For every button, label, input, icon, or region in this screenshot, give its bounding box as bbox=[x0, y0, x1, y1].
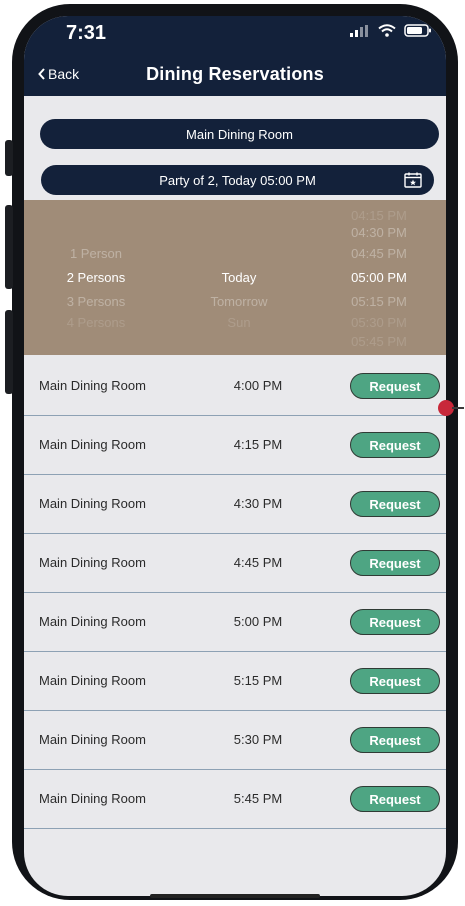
home-indicator bbox=[150, 894, 320, 898]
slot-room: Main Dining Room bbox=[39, 437, 146, 452]
picker-option[interactable]: Sun bbox=[189, 315, 289, 330]
picker-option[interactable]: 05:15 PM bbox=[329, 294, 429, 309]
request-button[interactable]: Request bbox=[350, 609, 440, 635]
slot-time: 4:45 PM bbox=[233, 555, 283, 570]
wifi-icon bbox=[378, 24, 396, 37]
party-time-selector[interactable]: Party of 2, Today 05:00 PM bbox=[41, 165, 434, 195]
picker-option-selected[interactable]: 05:00 PM bbox=[329, 270, 429, 285]
slot-time: 4:30 PM bbox=[233, 496, 283, 511]
picker-option[interactable]: 05:30 PM bbox=[329, 315, 429, 330]
volume-down-button bbox=[5, 310, 13, 394]
time-column[interactable]: 04:15 PM 04:30 PM 04:45 PM 05:00 PM 05:1… bbox=[329, 200, 429, 355]
status-icons bbox=[350, 24, 432, 37]
slot-row: Main Dining Room 4:30 PM Request bbox=[24, 475, 446, 534]
slot-time: 5:30 PM bbox=[233, 732, 283, 747]
screen: 7:31 Back Dining Reservations Main Dinin… bbox=[24, 16, 446, 896]
slot-time: 5:00 PM bbox=[233, 614, 283, 629]
header: 7:31 Back Dining Reservations bbox=[24, 16, 446, 96]
volume-up-button bbox=[5, 205, 13, 289]
picker-option[interactable]: 4 Persons bbox=[46, 315, 146, 330]
request-button[interactable]: Request bbox=[350, 727, 440, 753]
slot-time: 5:45 PM bbox=[233, 791, 283, 806]
annotation-marker-line bbox=[452, 407, 464, 409]
request-button[interactable]: Request bbox=[350, 550, 440, 576]
slot-row: Main Dining Room 5:15 PM Request bbox=[24, 652, 446, 711]
picker-option[interactable]: Tomorrow bbox=[189, 294, 289, 309]
picker-option[interactable]: 05:45 PM bbox=[329, 334, 429, 349]
picker-option[interactable]: 04:30 PM bbox=[329, 225, 429, 240]
status-time: 7:31 bbox=[66, 22, 107, 44]
mute-switch bbox=[5, 140, 13, 176]
slot-room: Main Dining Room bbox=[39, 732, 146, 747]
cellular-signal-icon bbox=[350, 24, 368, 37]
picker-option[interactable]: 04:45 PM bbox=[329, 246, 429, 261]
picker-option-selected[interactable]: Today bbox=[189, 270, 289, 285]
picker-option[interactable]: 1 Person bbox=[46, 246, 146, 261]
request-button[interactable]: Request bbox=[350, 668, 440, 694]
picker-option[interactable]: 04:15 PM bbox=[329, 208, 429, 223]
picker-option-selected[interactable]: 2 Persons bbox=[46, 270, 146, 285]
slot-room: Main Dining Room bbox=[39, 673, 146, 688]
slot-room: Main Dining Room bbox=[39, 496, 146, 511]
slot-row: Main Dining Room 5:45 PM Request bbox=[24, 770, 446, 829]
calendar-icon[interactable] bbox=[404, 172, 422, 188]
slot-room: Main Dining Room bbox=[39, 614, 146, 629]
party-size-column[interactable]: 1 Person 2 Persons 3 Persons 4 Persons bbox=[46, 200, 146, 355]
battery-icon bbox=[404, 24, 431, 37]
request-button[interactable]: Request bbox=[350, 432, 440, 458]
reservation-slot-list: Main Dining Room 4:00 PM Request Main Di… bbox=[24, 357, 446, 829]
request-button[interactable]: Request bbox=[350, 786, 440, 812]
slot-row: Main Dining Room 5:30 PM Request bbox=[24, 711, 446, 770]
picker-option[interactable]: 3 Persons bbox=[46, 294, 146, 309]
slot-room: Main Dining Room bbox=[39, 378, 146, 393]
page-title: Dining Reservations bbox=[146, 64, 324, 84]
request-button[interactable]: Request bbox=[350, 373, 440, 399]
slot-row: Main Dining Room 4:15 PM Request bbox=[24, 416, 446, 475]
slot-row: Main Dining Room 4:45 PM Request bbox=[24, 534, 446, 593]
venue-label: Main Dining Room bbox=[186, 126, 293, 142]
slot-room: Main Dining Room bbox=[39, 555, 146, 570]
slot-time: 4:00 PM bbox=[233, 378, 283, 393]
party-date-time-picker[interactable]: 1 Person 2 Persons 3 Persons 4 Persons T… bbox=[24, 200, 446, 355]
slot-row: Main Dining Room 4:00 PM Request bbox=[24, 357, 446, 416]
venue-selector[interactable]: Main Dining Room bbox=[40, 119, 439, 149]
slot-time: 5:15 PM bbox=[233, 673, 283, 688]
slot-row: Main Dining Room 5:00 PM Request bbox=[24, 593, 446, 652]
party-time-label: Party of 2, Today 05:00 PM bbox=[159, 172, 316, 188]
day-column[interactable]: Today Tomorrow Sun bbox=[189, 200, 289, 355]
slot-room: Main Dining Room bbox=[39, 791, 146, 806]
slot-time: 4:15 PM bbox=[233, 437, 283, 452]
request-button[interactable]: Request bbox=[350, 491, 440, 517]
